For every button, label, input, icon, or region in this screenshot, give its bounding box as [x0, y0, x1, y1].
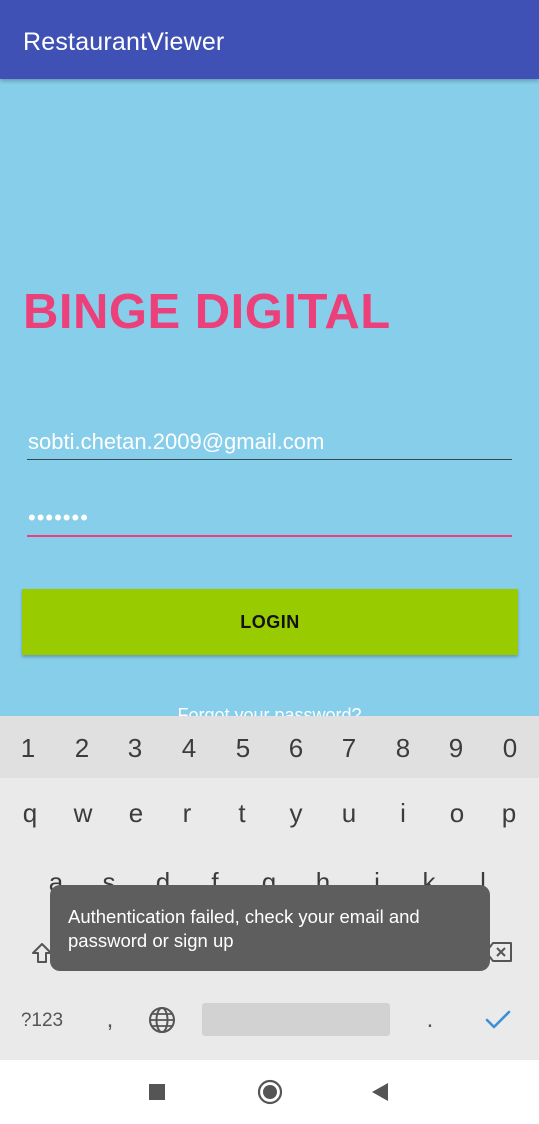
email-field[interactable]	[27, 424, 512, 460]
system-nav-bar	[0, 1060, 539, 1124]
login-screen: BINGE DIGITAL LOGIN Forgot your password…	[0, 79, 539, 725]
comma-key[interactable]: ,	[98, 1006, 122, 1034]
square-icon[interactable]	[149, 1084, 165, 1100]
key-p[interactable]: p	[482, 798, 536, 829]
brand-title: BINGE DIGITAL	[23, 285, 391, 339]
number-row: 1 2 3 4 5 6 7 8 9 0	[0, 716, 539, 778]
app-title: RestaurantViewer	[23, 28, 225, 56]
key-5[interactable]: 5	[216, 733, 270, 764]
period-key[interactable]: .	[418, 1006, 442, 1034]
key-8[interactable]: 8	[376, 733, 430, 764]
key-w[interactable]: w	[56, 798, 110, 829]
key-2[interactable]: 2	[55, 733, 109, 764]
space-bar[interactable]	[202, 1003, 390, 1036]
key-6[interactable]: 6	[269, 733, 323, 764]
screen: RestaurantViewer BINGE DIGITAL LOGIN For…	[0, 0, 539, 1124]
key-u[interactable]: u	[322, 798, 376, 829]
key-7[interactable]: 7	[322, 733, 376, 764]
app-bar: RestaurantViewer	[0, 0, 539, 79]
key-e[interactable]: e	[109, 798, 163, 829]
key-q[interactable]: q	[3, 798, 57, 829]
key-0[interactable]: 0	[483, 733, 537, 764]
symbols-key[interactable]: ?123	[14, 1010, 70, 1032]
triangle-back-icon[interactable]	[371, 1082, 389, 1102]
key-4[interactable]: 4	[162, 733, 216, 764]
key-t[interactable]: t	[215, 798, 269, 829]
circle-icon[interactable]	[257, 1079, 283, 1105]
key-1[interactable]: 1	[1, 733, 55, 764]
toast-message: Authentication failed, check your email …	[50, 885, 490, 971]
key-o[interactable]: o	[430, 798, 484, 829]
key-9[interactable]: 9	[429, 733, 483, 764]
key-r[interactable]: r	[160, 798, 214, 829]
key-3[interactable]: 3	[108, 733, 162, 764]
password-field[interactable]	[27, 501, 512, 537]
key-y[interactable]: y	[269, 798, 323, 829]
login-button[interactable]: LOGIN	[22, 589, 518, 655]
globe-icon[interactable]	[148, 1006, 176, 1034]
key-i[interactable]: i	[376, 798, 430, 829]
checkmark-icon[interactable]	[484, 1008, 512, 1032]
